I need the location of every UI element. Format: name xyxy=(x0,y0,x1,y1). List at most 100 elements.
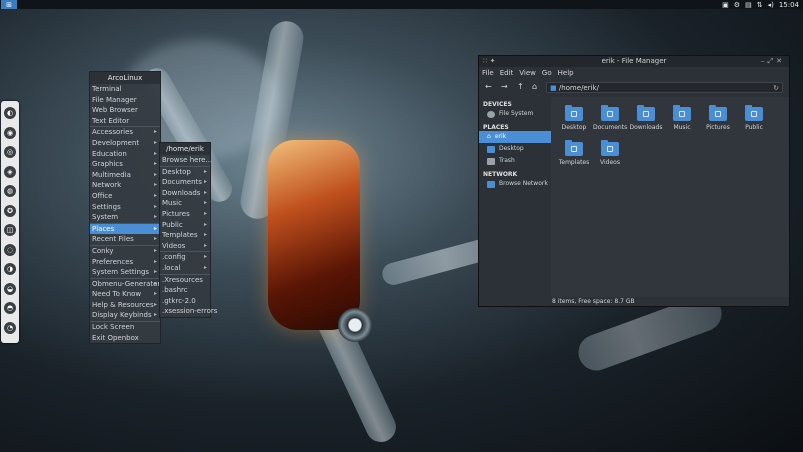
menu-item[interactable]: Music ▸ xyxy=(160,198,210,209)
menu-item[interactable]: Office ▸ xyxy=(90,191,160,202)
menu-item-label: Obmenu-Generator xyxy=(92,279,161,288)
chevron-right-icon: ▸ xyxy=(153,224,157,232)
menu-item[interactable]: Exit Openbox xyxy=(90,333,160,344)
app-icon[interactable]: ◌ xyxy=(4,243,16,256)
menu-item[interactable]: Terminal xyxy=(90,84,160,95)
menu-item[interactable]: Places ▸ xyxy=(90,222,160,235)
home-icon[interactable]: ⌂ xyxy=(532,82,537,91)
network-icon[interactable]: ⇅ xyxy=(757,1,763,9)
app-icon[interactable]: ◍ xyxy=(4,185,16,197)
menu-item[interactable]: Lock Screen xyxy=(90,321,160,333)
file-manager-window: ∷ ✦ erik - File Manager –⤢✕ File Edit View… xyxy=(478,55,790,307)
gear-icon[interactable]: ⚙ xyxy=(734,1,740,9)
folder-icon xyxy=(637,105,655,121)
folder-item[interactable]: Videos xyxy=(593,140,627,175)
menu-item[interactable]: .gtkrc-2.0 xyxy=(160,296,210,307)
chevron-right-icon: ▸ xyxy=(203,231,207,239)
menu-item[interactable]: System ▸ xyxy=(90,212,160,223)
menu-item[interactable]: Templates ▸ xyxy=(160,230,210,241)
menu-item-label: Desktop xyxy=(162,167,191,176)
menu-item[interactable]: .config ▸ xyxy=(160,251,210,263)
menu-item[interactable]: Desktop ▸ xyxy=(160,165,210,178)
app-icon[interactable]: ◎ xyxy=(4,146,16,158)
chevron-right-icon: ▸ xyxy=(203,220,207,228)
folder-item[interactable]: Music xyxy=(665,105,699,140)
app-icon[interactable]: ◑ xyxy=(4,263,16,275)
sidebar-item-trash[interactable]: Trash xyxy=(479,155,551,167)
menu-logo-icon[interactable]: ⊞ xyxy=(1,0,17,9)
menu-item[interactable]: Web Browser xyxy=(90,105,160,116)
sidebar-item-label: erik xyxy=(494,133,507,140)
menu-file[interactable]: File xyxy=(482,69,494,77)
app-icon[interactable]: ✪ xyxy=(4,204,16,217)
up-icon[interactable]: ↑ xyxy=(517,82,524,91)
folder-item[interactable]: Downloads xyxy=(629,105,663,140)
menu-item[interactable]: .bashrc xyxy=(160,285,210,296)
menu-item[interactable]: Videos ▸ xyxy=(160,241,210,252)
menu-item-label: Pictures xyxy=(162,209,190,218)
app-icon[interactable]: ◐ xyxy=(4,107,16,119)
sidebar-item-file-system[interactable]: File System xyxy=(479,108,551,120)
volume-icon[interactable]: ◂) xyxy=(768,1,774,9)
drive-icon xyxy=(487,110,495,118)
menu-item[interactable]: Public ▸ xyxy=(160,220,210,231)
menu-item[interactable]: .Xresources xyxy=(160,273,210,286)
folder-item[interactable]: Public xyxy=(737,105,771,140)
app-icon[interactable]: ◈ xyxy=(4,165,16,178)
app-icon[interactable]: ◔ xyxy=(4,321,16,334)
menu-item[interactable]: Documents ▸ xyxy=(160,177,210,188)
menu-item[interactable]: Need To Know ▸ xyxy=(90,289,160,300)
menu-item[interactable]: Settings ▸ xyxy=(90,202,160,213)
menu-item-label: .Xresources xyxy=(162,275,203,284)
sidebar-item-erik[interactable]: ⌂ erik xyxy=(479,131,551,143)
window-menu-icon[interactable]: ∷ ✦ xyxy=(483,56,496,67)
menu-item[interactable]: Development ▸ xyxy=(90,138,160,149)
app-icon[interactable]: ◫ xyxy=(4,224,16,236)
title-bar[interactable]: ∷ ✦ erik - File Manager –⤢✕ xyxy=(479,56,789,67)
folder-item[interactable]: Pictures xyxy=(701,105,735,140)
folder-item[interactable]: Templates xyxy=(557,140,591,175)
menu-item[interactable]: Obmenu-Generator ▸ xyxy=(90,277,161,290)
menu-item[interactable]: Multimedia ▸ xyxy=(90,170,160,181)
menu-item[interactable]: Network ▸ xyxy=(90,180,160,191)
menu-item[interactable]: Display Keybinds ▸ xyxy=(90,310,160,321)
menu-go[interactable]: Go xyxy=(542,69,552,77)
app-icon[interactable]: ◒ xyxy=(4,282,16,295)
back-icon[interactable]: ← xyxy=(485,82,492,91)
menu-item[interactable]: Help & Resources ▸ xyxy=(90,300,160,311)
menu-item[interactable]: Graphics ▸ xyxy=(90,159,160,170)
app-icon[interactable]: ◉ xyxy=(4,126,16,139)
menu-item[interactable]: Recent Files ▸ xyxy=(90,234,160,245)
menu-item[interactable]: Accessories ▸ xyxy=(90,126,160,138)
folder-item[interactable]: Documents xyxy=(593,105,627,140)
forward-icon[interactable]: → xyxy=(501,82,508,91)
chevron-right-icon: ▸ xyxy=(203,188,207,196)
menu-item[interactable]: System Settings ▸ xyxy=(90,267,160,278)
menu-item[interactable]: Text Editor xyxy=(90,116,160,127)
refresh-icon[interactable]: ↻ xyxy=(773,83,779,94)
sidebar-item-browse-network[interactable]: Browse Network xyxy=(479,178,551,190)
folder-item[interactable]: Desktop xyxy=(557,105,591,140)
menu-item-label: Public xyxy=(162,220,183,229)
clipboard-icon[interactable]: ▤ xyxy=(745,1,752,9)
menu-item[interactable]: File Manager xyxy=(90,95,160,106)
chevron-right-icon: ▸ xyxy=(153,160,157,168)
menu-item[interactable]: Conky ▸ xyxy=(90,244,160,257)
location-bar[interactable]: ■ /home/erik/ ↻ xyxy=(546,82,783,93)
menu-item[interactable]: Pictures ▸ xyxy=(160,209,210,220)
menu-item[interactable]: Downloads ▸ xyxy=(160,188,210,199)
app-icon[interactable]: ◓ xyxy=(4,302,16,314)
folder-label: Documents xyxy=(593,124,628,131)
sidebar-item-desktop[interactable]: Desktop xyxy=(479,143,551,155)
menu-edit[interactable]: Edit xyxy=(500,69,514,77)
camera-icon[interactable]: ▣ xyxy=(722,1,729,9)
clock[interactable]: 15:04 xyxy=(779,1,799,9)
window-controls[interactable]: –⤢✕ xyxy=(761,56,785,67)
menu-item[interactable]: .local ▸ xyxy=(160,263,210,274)
menu-item[interactable]: Preferences ▸ xyxy=(90,257,160,268)
menu-item[interactable]: Education ▸ xyxy=(90,149,160,160)
menu-item[interactable]: .xsession-errors xyxy=(160,306,217,317)
menu-help[interactable]: Help xyxy=(558,69,574,77)
menu-item[interactable]: Browse here... xyxy=(160,155,212,166)
menu-view[interactable]: View xyxy=(519,69,536,77)
